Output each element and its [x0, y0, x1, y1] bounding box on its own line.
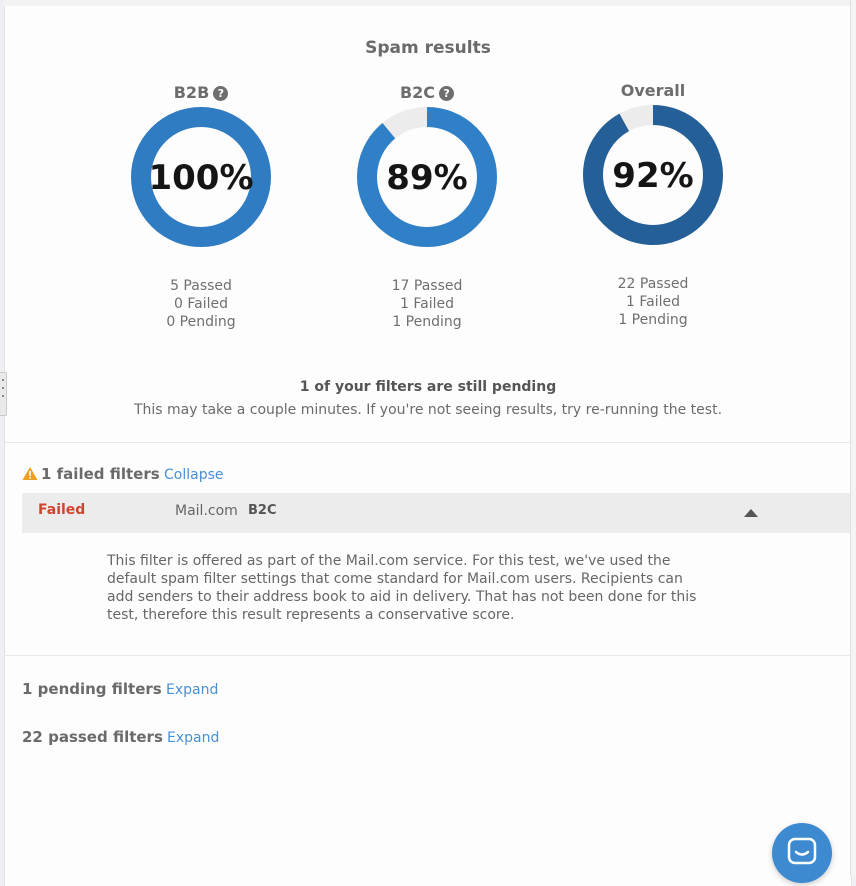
scrollbar[interactable]: [850, 0, 856, 876]
expand-passed-link[interactable]: Expand: [167, 730, 219, 746]
donut-chart: 92%: [583, 105, 723, 245]
divider: [4, 655, 850, 656]
filter-description: This filter is offered as part of the Ma…: [107, 553, 697, 623]
gauge-overall: Overall 92% 22 Passed 1 Failed 1 Pending: [563, 79, 743, 329]
page-title: Spam results: [365, 38, 491, 58]
failed-count: 1 Failed: [626, 294, 680, 310]
filter-client: Mail.com: [175, 503, 238, 519]
failed-filters-heading: 1 failed filters: [22, 465, 160, 483]
gauge-b2c: B2C? 89% 17 Passed 1 Failed 1 Pending: [337, 81, 517, 331]
gauge-label: B2B: [173, 83, 210, 102]
pending-notice-subtitle: This may take a couple minutes. If you'r…: [133, 402, 723, 418]
divider: [4, 442, 850, 443]
stats: 22 Passed 1 Failed 1 Pending: [563, 275, 743, 329]
pending-count: 1 Pending: [618, 312, 688, 328]
question-circle-icon[interactable]: ?: [213, 86, 229, 101]
donut-chart: 89%: [357, 107, 497, 247]
percent-value: 89%: [386, 158, 467, 198]
gauge-label: Overall: [620, 81, 686, 100]
expand-pending-link[interactable]: Expand: [166, 682, 218, 698]
donut-chart: 100%: [131, 107, 271, 247]
chat-bubble-icon: [787, 837, 817, 865]
stats: 17 Passed 1 Failed 1 Pending: [337, 277, 517, 331]
failed-filters-heading-text: 1 failed filters: [41, 465, 160, 483]
question-circle-icon[interactable]: ?: [439, 86, 455, 101]
pending-count: 1 Pending: [392, 314, 462, 330]
status-badge: Failed: [38, 502, 86, 518]
passed-count: 17 Passed: [391, 278, 463, 294]
passed-count: 22 Passed: [617, 276, 689, 292]
passed-filters-heading: 22 passed filters: [22, 728, 163, 746]
percent-value: 92%: [612, 156, 693, 196]
filter-segment: B2C: [248, 503, 277, 518]
failed-count: 0 Failed: [174, 296, 228, 312]
failed-count: 1 Failed: [400, 296, 454, 312]
pending-notice-title: 1 of your filters are still pending: [299, 379, 557, 395]
caret-up-icon[interactable]: [744, 509, 758, 517]
pending-filters-heading: 1 pending filters: [22, 680, 162, 698]
failed-filter-row[interactable]: Failed Mail.com B2C: [22, 493, 850, 533]
passed-count: 5 Passed: [170, 278, 232, 294]
percent-value: 100%: [148, 158, 253, 198]
warning-triangle-icon: [22, 467, 38, 480]
stats: 5 Passed 0 Failed 0 Pending: [111, 277, 291, 331]
pending-count: 0 Pending: [166, 314, 236, 330]
chat-launcher-button[interactable]: [772, 823, 832, 883]
gauge-label: B2C: [399, 83, 436, 102]
gauge-b2b: B2B? 100% 5 Passed 0 Failed 0 Pending: [111, 81, 291, 331]
collapse-link[interactable]: Collapse: [164, 467, 224, 483]
